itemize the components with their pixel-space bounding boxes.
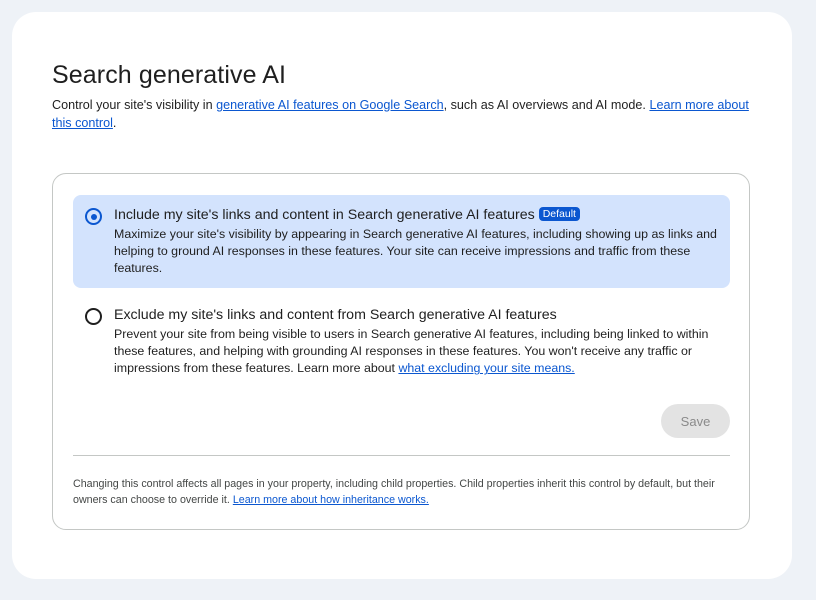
default-badge: Default (538, 207, 580, 221)
radio-exclude-unselected[interactable] (85, 308, 102, 325)
page-description-suffix: . (112, 115, 117, 130)
settings-page-card: Search generative AI Control your site's… (12, 12, 792, 579)
inheritance-learn-more-link[interactable]: Learn more about how inheritance works. (233, 494, 429, 506)
inheritance-note: Changing this control affects all pages … (73, 476, 733, 509)
save-button[interactable]: Save (661, 404, 730, 438)
page-description-middle: , such as AI overviews and AI mode. (443, 98, 650, 112)
settings-card: Include my site's links and content in S… (52, 173, 750, 530)
excluding-site-means-link[interactable]: what excluding your site means. (398, 361, 574, 375)
option-include[interactable]: Include my site's links and content in S… (73, 195, 730, 288)
option-exclude[interactable]: Exclude my site's links and content from… (73, 295, 730, 388)
page-description-prefix: Control your site's visibility in (52, 98, 217, 112)
option-exclude-description: Prevent your site from being visible to … (114, 326, 719, 378)
generative-ai-features-link[interactable]: generative AI features on Google Search (216, 98, 444, 112)
option-include-description: Maximize your site's visibility by appea… (114, 227, 717, 276)
radio-include-selected[interactable] (85, 208, 102, 225)
option-include-title: Include my site's links and content in S… (114, 207, 580, 223)
page-title: Search generative AI (52, 61, 287, 89)
option-include-title-text: Include my site's links and content in S… (114, 207, 535, 223)
page-description: Control your site's visibility in genera… (52, 97, 757, 132)
divider (73, 455, 730, 456)
option-exclude-title: Exclude my site's links and content from… (114, 307, 557, 323)
